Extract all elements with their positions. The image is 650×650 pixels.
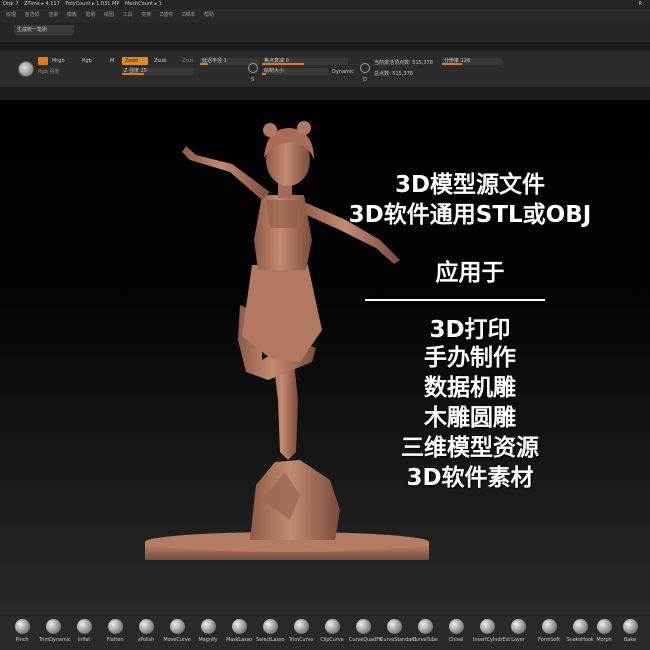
menu-render[interactable]: 渲染 <box>48 12 58 18</box>
m-button[interactable]: M <box>110 58 114 64</box>
overlay-use-4: 木雕圆雕 <box>424 405 516 431</box>
snakehook-brush-icon <box>572 619 588 634</box>
zadd-button[interactable]: Zadd <box>122 57 148 65</box>
overlay-use-1: 3D打印 <box>429 317 511 343</box>
mrgb-button[interactable]: Mrgb <box>52 58 65 64</box>
pinch-brush-icon <box>14 619 30 634</box>
brush-insertcylndrext[interactable]: InsertCylndrExt <box>473 619 510 649</box>
m-toggle-button[interactable] <box>38 57 48 65</box>
brush-movecurve[interactable]: MoveCurve <box>163 619 191 649</box>
menu-brush[interactable]: 笔刷 <box>85 12 95 18</box>
status-meshcount: MeshCount ▸ 1 <box>124 1 162 7</box>
overlay-apply-title: 应用于 <box>435 260 505 286</box>
menu-transform[interactable]: 变换 <box>141 12 151 18</box>
brush-chisel[interactable]: Chisel <box>442 619 470 649</box>
flatten-brush-icon <box>107 619 123 634</box>
preset-row: 生成统一笔刷 <box>0 22 650 42</box>
curvestandard-brush-icon <box>386 619 402 634</box>
draw-size-label: 绘制大小 <box>264 68 285 74</box>
brush-spolish[interactable]: sPolish <box>132 619 160 649</box>
status-disk: Disk 7 <box>3 1 19 7</box>
overlay-divider <box>365 299 545 301</box>
brush-bar: Pinch TrimDynamic Inflat Flatten sPolish… <box>0 615 650 650</box>
overlay-use-5: 三维模型资源 <box>401 435 539 461</box>
brush-curvetube[interactable]: CurveTube <box>411 619 439 649</box>
insertcylndrext-brush-icon <box>479 619 495 634</box>
menu-stencil[interactable]: 模板 <box>67 12 77 18</box>
masklasso-brush-icon <box>231 619 247 634</box>
tool-shelf: Mrgb Rgb M Rgb 强度 Zadd Zsub Zcut Z 强度 25… <box>0 50 650 88</box>
d-label: D <box>363 77 367 83</box>
magnify-brush-icon <box>200 619 216 634</box>
status-ztime: ZTime ▸ 4.117 <box>24 1 60 7</box>
spolish-brush-icon <box>138 619 154 634</box>
rgb-intensity-label: Rgb 强度 <box>38 69 60 75</box>
brush-flatten[interactable]: Flatten <box>101 619 129 649</box>
overlay-line-1: 3D模型源文件 <box>394 172 546 198</box>
menu-bar: 纹理 首选项 渲染 模板 笔刷 绘图 工具 变换 Z插件 Z脚本 帮助 <box>0 9 650 22</box>
clipcurve-brush-icon <box>324 619 340 634</box>
brush-formsoft[interactable]: FormSoft <box>535 619 563 649</box>
curvetube-brush-icon <box>417 619 433 634</box>
menu-tool[interactable]: 工具 <box>123 12 133 18</box>
focal-shift-slider[interactable]: 焦点衰减 0 <box>262 58 348 65</box>
morph-brush-icon <box>596 619 612 634</box>
bake-brush-icon <box>622 619 638 634</box>
resolution-slider[interactable]: 分辨率 128 <box>442 58 502 65</box>
brush-curvestandard[interactable]: CurveStandard <box>380 619 416 649</box>
layer-brush-icon <box>510 619 526 634</box>
menu-help[interactable]: 帮助 <box>204 12 214 18</box>
curvequadfill-brush-icon <box>355 619 371 634</box>
brush-morph[interactable]: Morph <box>590 619 618 649</box>
brush-bake[interactable]: Bake <box>616 619 644 649</box>
overlay-use-3: 数据机雕 <box>424 375 516 401</box>
status-polycount: PolyCount ▸ 1.031 MP <box>65 1 120 7</box>
total-points-readout: 总点数: 515,378 <box>374 71 413 77</box>
brush-selectlasso[interactable]: SelectLasso <box>256 619 285 649</box>
preset-button[interactable]: 生成统一笔刷 <box>14 25 74 35</box>
brush-layer[interactable]: Layer <box>504 619 532 649</box>
brush-trimdynamic[interactable]: TrimDynamic <box>39 619 71 649</box>
dynamic-button[interactable]: Dynamic <box>332 69 354 75</box>
active-points-readout: 当前激活顶点数: 515,378 <box>374 60 433 66</box>
trimdynamic-brush-icon <box>45 619 61 634</box>
menu-preferences[interactable]: 首选项 <box>25 12 40 18</box>
sphere-brush-icon[interactable] <box>18 61 34 77</box>
s-label: S <box>251 77 255 83</box>
menu-zscript[interactable]: Z脚本 <box>182 12 195 18</box>
zsub-button[interactable]: Zsub <box>154 58 166 64</box>
z-intensity-slider[interactable]: Z 强度 25 <box>122 68 194 75</box>
viewport-canvas[interactable]: 3D模型源文件 3D软件通用STL或OBJ 应用于 3D打印 手办制作 数据机雕… <box>0 100 650 615</box>
status-corner: R <box>638 1 642 7</box>
formsoft-brush-icon <box>541 619 557 634</box>
inflat-brush-icon <box>76 619 92 634</box>
brush-inflat[interactable]: Inflat <box>70 619 98 649</box>
brush-pinch[interactable]: Pinch <box>8 619 36 649</box>
brush-magnify[interactable]: Magnify <box>194 619 222 649</box>
d-gizmo-icon[interactable] <box>360 63 370 73</box>
draw-size-slider[interactable]: 绘制大小 <box>262 68 328 75</box>
brush-masklasso[interactable]: MaskLasso <box>225 619 253 649</box>
menu-zplugin[interactable]: Z插件 <box>160 12 173 18</box>
brush-clipcurve[interactable]: ClipCurve <box>318 619 346 649</box>
s-gizmo-icon[interactable] <box>248 63 258 73</box>
trimcurve-brush-icon <box>293 619 309 634</box>
chisel-brush-icon <box>448 619 464 634</box>
menu-draw[interactable]: 绘图 <box>104 12 114 18</box>
movecurve-brush-icon <box>169 619 185 634</box>
overlay-use-2: 手办制作 <box>424 345 516 371</box>
rgb-button[interactable]: Rgb <box>82 58 92 64</box>
overlay-use-6: 3D软件素材 <box>406 465 534 491</box>
brush-curvequadfill[interactable]: CurveQuadFill <box>349 619 383 649</box>
status-bar: Disk 7 ZTime ▸ 4.117 PolyCount ▸ 1.031 M… <box>0 0 650 9</box>
overlay-line-2: 3D软件通用STL或OBJ <box>348 202 592 228</box>
menu-texture[interactable]: 纹理 <box>6 12 16 18</box>
selectlasso-brush-icon <box>262 619 278 634</box>
zcut-button[interactable]: Zcut <box>182 58 193 64</box>
brush-trimcurve[interactable]: TrimCurve <box>287 619 315 649</box>
